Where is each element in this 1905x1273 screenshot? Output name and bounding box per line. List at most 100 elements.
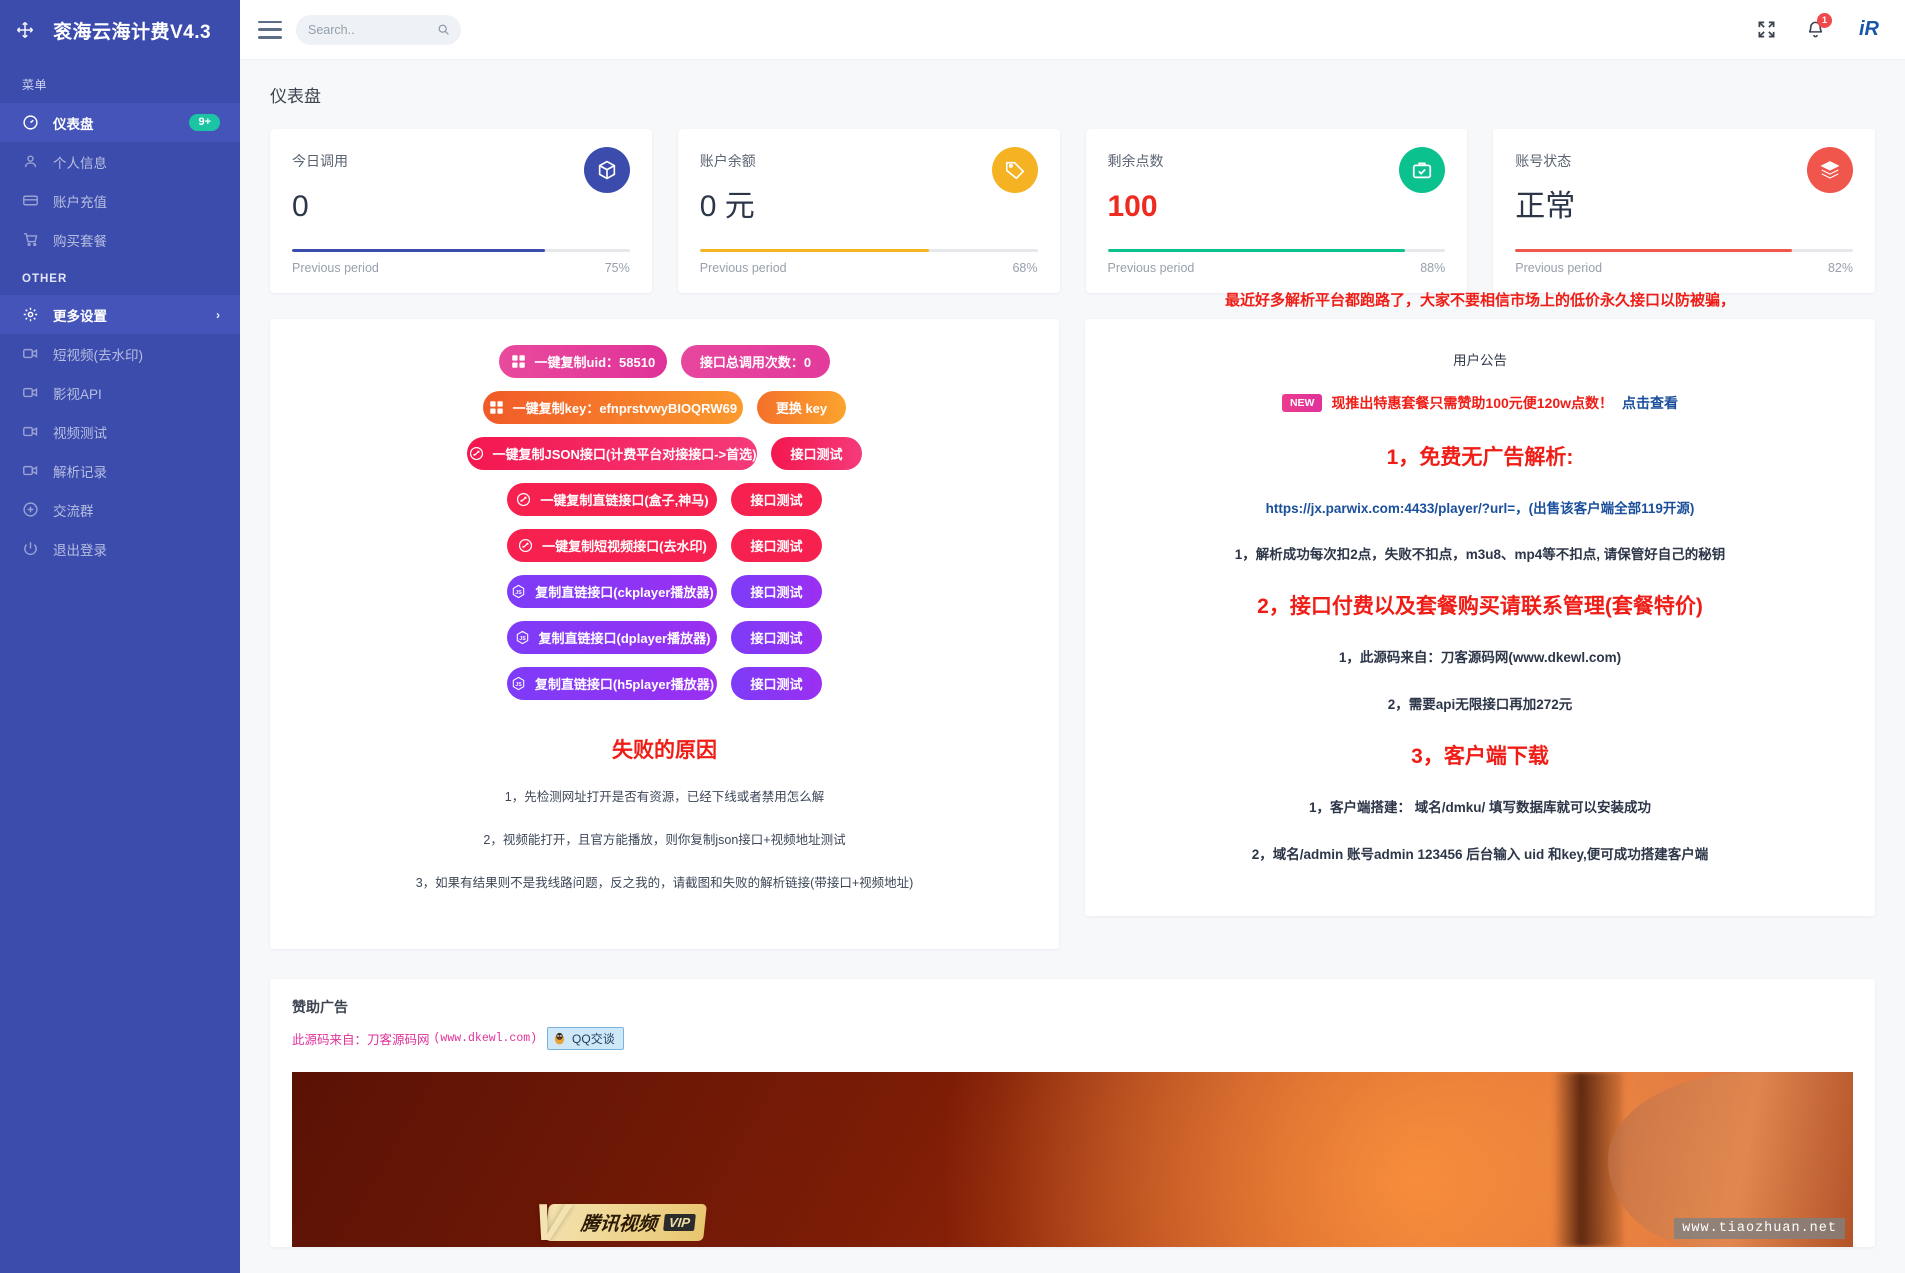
menu-section-label: 菜单 (22, 78, 48, 92)
search-icon[interactable] (437, 23, 450, 36)
sponsor-banner[interactable]: V 腾讯视频 VIP www.tiaozhuan.net (292, 1072, 1853, 1247)
sidebar-item-parse-records[interactable]: 解析记录 (0, 451, 240, 490)
sidebar-item-label: 仪表盘 (53, 116, 94, 132)
test-direct-api-button[interactable]: 接口测试 (731, 483, 822, 516)
failure-reasons-title: 失败的原因 (612, 739, 717, 762)
progress-bar (1107, 249, 1446, 252)
layers-icon (1807, 147, 1853, 193)
gear-icon (22, 306, 39, 323)
search-box[interactable] (296, 14, 461, 45)
qq-chat-button[interactable]: QQ交谈 (547, 1027, 624, 1050)
new-badge: NEW (1281, 394, 1323, 412)
stat-footer-label: Previous period (1515, 261, 1603, 275)
test-shortvideo-api-button[interactable]: 接口测试 (731, 529, 822, 562)
stat-value: 100 (1107, 190, 1158, 223)
status-badge: 9+ (189, 114, 220, 131)
copy-key-button[interactable]: 一键复制key：efnprstvwyBIOQRW69 (482, 391, 743, 424)
copy-uid-button[interactable]: 一键复制uid：58510 (498, 345, 667, 378)
sidebar-item-more-settings[interactable]: 更多设置 › (0, 295, 240, 334)
sidebar-item-label: 更多设置 (53, 308, 107, 324)
action-row-key: 一键复制key：efnprstvwyBIOQRW69 更换 key (294, 391, 1035, 424)
video-icon (22, 384, 39, 401)
copy-json-api-label: 一键复制JSON接口(计费平台对接接口->首选) (492, 447, 757, 462)
menu-toggle-icon[interactable] (258, 20, 282, 39)
main-content: 仪表盘 今日调用 0 Previous period 75% 账户余额 0 元 … (240, 60, 1905, 1273)
copy-uid-label: 一键复制uid：58510 (534, 355, 656, 370)
qq-chat-label: QQ交谈 (572, 1032, 615, 1046)
avatar[interactable]: iR (1855, 16, 1883, 44)
sidebar-item-label: 解析记录 (53, 464, 107, 480)
test-ckplayer-api-button[interactable]: 接口测试 (731, 575, 822, 608)
page-title: 仪表盘 (270, 87, 321, 106)
total-calls-button[interactable]: 接口总调用次数：0 (680, 345, 831, 378)
move-icon[interactable] (16, 21, 34, 39)
copy-json-api-button[interactable]: 一键复制JSON接口(计费平台对接接口->首选) (467, 437, 758, 470)
copy-key-label: 一键复制key：efnprstvwyBIOQRW69 (512, 401, 738, 416)
stat-percent: 75% (604, 261, 630, 275)
announcement-api-url[interactable]: https://jx.parwix.com:4433/player/?url=，… (1107, 497, 1853, 517)
copy-ckplayer-api-label: 复制直链接口(ckplayer播放器) (535, 585, 714, 600)
copy-shortvideo-api-button[interactable]: 一键复制短视频接口(去水印) (507, 529, 718, 562)
stat-footer: Previous period 75% (292, 261, 630, 275)
stat-footer-label: Previous period (292, 261, 379, 275)
grid-icon (489, 400, 504, 415)
test-json-api-button[interactable]: 接口测试 (771, 437, 862, 470)
sidebar-item-film-api[interactable]: 影视API (0, 373, 240, 412)
stat-label: 今日调用 (292, 153, 348, 169)
sidebar-item-label: 短视频(去水印) (53, 347, 143, 363)
action-row-short-video: 一键复制短视频接口(去水印) 接口测试 (294, 529, 1035, 562)
announcement-line-2: 1，此源码来自：刀客源码网(www.dkewl.com) (1338, 650, 1622, 665)
copy-dplayer-api-button[interactable]: JS 复制直链接口(dplayer播放器) (507, 621, 718, 654)
sidebar-item-video-test[interactable]: 视频测试 (0, 412, 240, 451)
stat-label: 账号状态 (1515, 153, 1572, 169)
sidebar-item-group[interactable]: 交流群 (0, 490, 240, 529)
sidebar-item-recharge[interactable]: 账户充值 (0, 181, 240, 220)
link-icon (516, 492, 531, 507)
sidebar-item-label: 账户充值 (53, 194, 107, 210)
sidebar-item-dashboard[interactable]: 仪表盘 9+ (0, 103, 240, 142)
notifications-button[interactable]: 1 (1806, 13, 1832, 39)
plus-circle-icon (22, 501, 39, 518)
announcement-promo-link[interactable]: 点击查看 (1622, 393, 1678, 413)
sponsor-source-url[interactable]: (www.dkewl.com) (434, 1032, 538, 1045)
panels-row: 一键复制uid：58510 接口总调用次数：0 一键复制key：efnprstv… (240, 292, 1905, 949)
change-key-button[interactable]: 更换 key (756, 391, 847, 424)
vip-tag-label: VIP (663, 1214, 696, 1231)
progress-bar (1515, 249, 1853, 252)
dashboard-icon (22, 114, 39, 131)
fullscreen-icon[interactable] (1757, 20, 1776, 39)
stat-card-today-calls: 今日调用 0 Previous period 75% (270, 129, 652, 293)
grid-icon (511, 354, 526, 369)
announcement-marquee: 最近好多解析平台都跑路了，大家不要相信市场上的低价永久接口以防被骗， (1224, 292, 1735, 309)
copy-direct-api-button[interactable]: 一键复制直链接口(盒子,神马) (507, 483, 718, 516)
vip-brand-label: 腾讯视频 (579, 1214, 658, 1235)
sidebar-item-logout[interactable]: 退出登录 (0, 529, 240, 568)
copy-ckplayer-api-button[interactable]: JS 复制直链接口(ckplayer播放器) (507, 575, 718, 608)
test-h5player-api-button[interactable]: 接口测试 (731, 667, 822, 700)
announcement-line-1: 1，解析成功每次扣2点，失败不扣点，m3u8、mp4等不扣点, 请保管好自己的秘… (1234, 547, 1726, 562)
video-icon (22, 462, 39, 479)
stat-footer-label: Previous period (1107, 261, 1195, 275)
announcement-new-row: NEW 现推出特惠套餐只需赞助100元便120w点数！ 点击查看 (1107, 393, 1853, 413)
js-icon: JS (511, 676, 526, 691)
sponsor-source-text: 此源码来自：刀客源码网 (292, 1033, 430, 1047)
announcement-panel: 最近好多解析平台都跑路了，大家不要相信市场上的低价永久接口以防被骗， 用户公告 … (1085, 292, 1875, 916)
vip-v-glyph: V (529, 1194, 571, 1247)
search-input[interactable] (308, 22, 428, 37)
brand-title: 衮海云海计费V4.3 (52, 21, 212, 43)
sidebar-item-short-video[interactable]: 短视频(去水印) (0, 334, 240, 373)
announcement-heading-3: 3，客户端下载 (1411, 745, 1549, 768)
svg-text:JS: JS (519, 636, 526, 642)
sidebar-item-buy-package[interactable]: 购买套餐 (0, 220, 240, 259)
link-icon (469, 446, 484, 461)
sponsor-ad-panel: 赞助广告 此源码来自：刀客源码网 (www.dkewl.com) QQ交谈 V … (270, 979, 1875, 1247)
copy-h5player-api-button[interactable]: JS 复制直链接口(h5player播放器) (507, 667, 718, 700)
announcement-heading-1: 1，免费无广告解析: (1386, 446, 1574, 469)
stat-label: 账户余额 (699, 153, 756, 169)
sponsor-source-row: 此源码来自：刀客源码网 (www.dkewl.com) QQ交谈 (292, 1027, 1853, 1050)
brand: 衮海云海计费V4.3 (0, 0, 240, 60)
stat-label: 剩余点数 (1107, 153, 1164, 169)
test-dplayer-api-button[interactable]: 接口测试 (731, 621, 822, 654)
action-row-dplayer: JS 复制直链接口(dplayer播放器) 接口测试 (294, 621, 1035, 654)
sidebar-item-profile[interactable]: 个人信息 (0, 142, 240, 181)
